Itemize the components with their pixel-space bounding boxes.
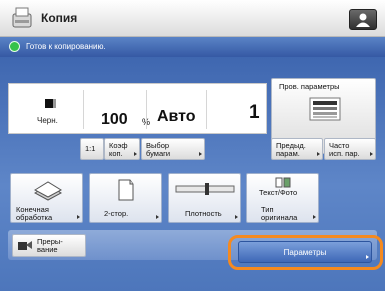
black-color-icon (45, 99, 56, 108)
arrow-right-icon (313, 215, 316, 219)
paper-select-label: Выбор бумаги (146, 142, 170, 158)
orange-highlight-frame (228, 235, 383, 270)
arrow-right-icon (156, 215, 159, 219)
previous-settings-button[interactable]: Предыд. парам. (271, 138, 323, 160)
frequent-settings-button[interactable]: Часто исп. пар. (324, 138, 376, 160)
status-bar: Готов к копированию. (0, 37, 385, 57)
density-slider-icon (175, 183, 235, 195)
copy-app-icon (12, 7, 32, 28)
logout-button[interactable] (349, 9, 377, 30)
color-mode-label: Черн. (37, 116, 58, 125)
finishing-label: Конечная обработка (16, 206, 52, 222)
previous-settings-label: Предыд. парам. (276, 142, 306, 158)
user-icon (356, 13, 370, 27)
divider (146, 90, 147, 129)
divider (206, 90, 207, 129)
interrupt-button[interactable]: Преры- вание (12, 234, 86, 257)
title-bar: Копия (0, 0, 385, 37)
divider (83, 90, 84, 129)
zoom-button-label: Коэф коп. (109, 142, 128, 158)
paper-label-line2: бумаги (146, 149, 171, 158)
ready-status-icon (9, 41, 20, 52)
original-type-icon-text: Текст/Фото (259, 188, 298, 197)
arrow-right-icon (235, 215, 238, 219)
frequent-label-line2: исп. пар. (329, 149, 360, 158)
paper-value: Авто (157, 108, 196, 125)
arrow-right-icon (199, 152, 202, 156)
zoom-value: 100 (101, 111, 128, 128)
document-icon (309, 97, 341, 121)
copy-main-panel: Черн. 100 % Авто 1 1:1 Коэф коп. Выбор б… (0, 57, 385, 291)
duplex-label: 2-стор. (104, 209, 129, 218)
check-settings-label: Пров. параметры (279, 82, 340, 91)
ratio-1to1-button[interactable]: 1:1 (80, 138, 104, 160)
text-photo-icon (275, 177, 291, 188)
zoom-label-line2: коп. (109, 149, 123, 158)
arrow-right-icon (134, 152, 137, 156)
previous-label-line2: парам. (276, 149, 300, 158)
settings-display: Черн. 100 % Авто 1 (8, 83, 267, 134)
arrow-right-icon (370, 152, 373, 156)
finishing-icon (33, 181, 63, 201)
finishing-button[interactable]: Конечная обработка (10, 173, 83, 223)
original-type-button[interactable]: Текст/Фото Тип оригинала (246, 173, 319, 223)
ratio-label: 1:1 (85, 144, 96, 153)
original-type-line2: оригинала (261, 213, 298, 222)
zoom-button[interactable]: Коэф коп. (104, 138, 140, 160)
frequent-settings-label: Часто исп. пар. (329, 142, 360, 158)
interrupt-line2: вание (37, 245, 58, 254)
density-label: Плотность (185, 209, 222, 218)
finishing-label-line2: обработка (16, 213, 53, 222)
arrow-right-icon (317, 152, 320, 156)
status-message: Готов к копированию. (26, 42, 106, 51)
duplex-button[interactable]: 2-стор. (89, 173, 162, 223)
original-type-label: Тип оригинала (261, 206, 297, 222)
page-title: Копия (41, 11, 78, 25)
paper-select-button[interactable]: Выбор бумаги (141, 138, 205, 160)
copies-count: 1 (249, 102, 260, 123)
interrupt-icon (18, 241, 32, 250)
interrupt-label: Преры- вание (37, 238, 63, 254)
arrow-right-icon (77, 215, 80, 219)
duplex-icon (118, 179, 134, 201)
density-button[interactable]: Плотность (168, 173, 241, 223)
